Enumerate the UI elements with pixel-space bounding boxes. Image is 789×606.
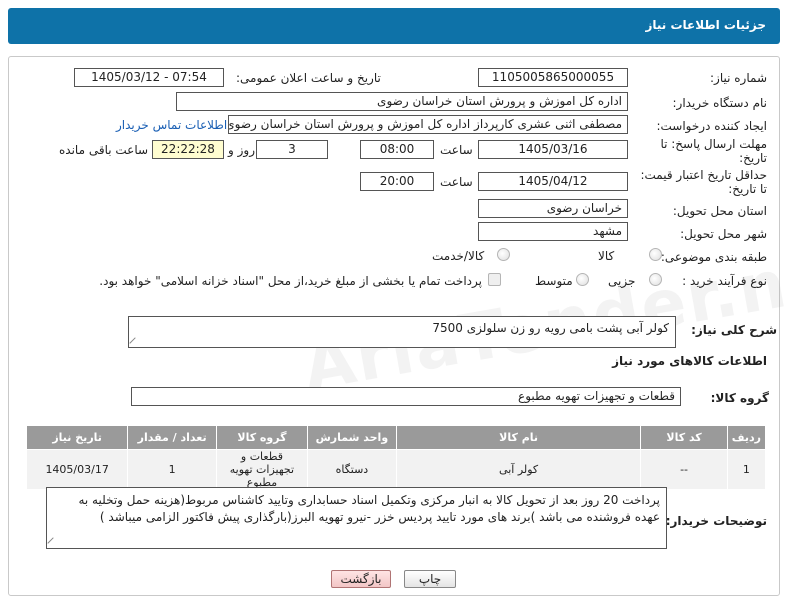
general-description-label: شرح کلی نیاز:	[691, 323, 777, 337]
back-button[interactable]: بازگشت	[331, 570, 391, 588]
goods-group-field: قطعات و تجهیزات تهویه مطبوع	[131, 387, 681, 406]
buyer-org-label: نام دستگاه خریدار:	[672, 96, 768, 110]
category-goods-service-label: کالا/خدمت	[432, 249, 485, 263]
page-title: جزئیات اطلاعات نیاز	[645, 18, 766, 32]
goods-section-title: اطلاعات کالاهای مورد نیاز	[612, 354, 767, 368]
announce-datetime-field: 1405/03/12 - 07:54	[74, 68, 224, 87]
delivery-province-field: خراسان رضوی	[478, 199, 628, 218]
items-table-header-row: ردیف کد کالا نام کالا واحد شمارش گروه کا…	[25, 425, 767, 450]
reply-deadline-date-field: 1405/03/16	[478, 140, 628, 159]
goods-group-label: گروه کالا:	[710, 391, 769, 405]
cell-need-date: 1405/03/17	[25, 449, 129, 490]
category-goods-radio[interactable]	[649, 248, 662, 261]
buyer-notes-textarea[interactable]: پرداخت 20 روز بعد از تحویل کالا به انبار…	[46, 487, 667, 549]
delivery-province-label: استان محل تحویل:	[672, 204, 767, 218]
remaining-time-field: 22:22:28	[152, 140, 224, 159]
col-header-item-code: کد کالا	[640, 425, 728, 450]
price-validity-label-2: تا تاریخ:	[728, 182, 767, 196]
treasury-bonds-text: پرداخت تمام یا بخشی از مبلغ خرید،از محل …	[99, 274, 482, 288]
col-header-row-number: ردیف	[726, 425, 767, 450]
items-table: ردیف کد کالا نام کالا واحد شمارش گروه کا…	[25, 425, 767, 490]
days-label: روز و	[228, 143, 255, 157]
price-validity-time-field: 20:00	[360, 172, 434, 191]
buyer-contact-link[interactable]: اطلاعات تماس خریدار	[116, 118, 227, 132]
purchase-type-minor-radio[interactable]	[649, 273, 662, 286]
purchase-type-minor-label: جزیی	[608, 274, 636, 288]
requester-label: ایجاد کننده درخواست:	[656, 119, 767, 133]
delivery-city-field: مشهد	[478, 222, 628, 241]
purchase-type-label: نوع فرآیند خرید :	[682, 274, 767, 288]
buyer-org-field: اداره کل اموزش و پرورش استان خراسان رضوی	[176, 92, 628, 111]
buyer-notes-label: توضیحات خریدار:	[665, 514, 767, 528]
price-validity-label-1: حداقل تاریخ اعتبار قیمت:	[640, 168, 767, 182]
category-label: طبقه بندی موضوعی:	[660, 250, 767, 264]
general-description-textarea[interactable]: کولر آبی پشت بامی رویه رو زن سلولزی 7500	[128, 316, 676, 348]
need-number-field: 1105005865000055	[478, 68, 628, 87]
need-number-label: شماره نیاز:	[710, 71, 767, 85]
cell-quantity: 1	[127, 449, 218, 490]
announce-datetime-label: تاریخ و ساعت اعلان عمومی:	[236, 71, 381, 85]
treasury-bonds-checkbox[interactable]	[488, 273, 501, 286]
cell-item-name: کولر آبی	[395, 449, 642, 490]
page-header: جزئیات اطلاعات نیاز	[8, 8, 780, 44]
cell-item-code: --	[640, 449, 728, 490]
delivery-city-label: شهر محل تحویل:	[680, 227, 767, 241]
col-header-goods-group: گروه کالا	[216, 425, 308, 450]
price-validity-time-label: ساعت	[440, 175, 473, 189]
reply-time-label: ساعت	[440, 143, 473, 157]
col-header-unit: واحد شمارش	[306, 425, 397, 450]
cell-goods-group: قطعات و تجهیزات تهویه مطبوع	[216, 449, 308, 490]
purchase-type-medium-label: متوسط	[535, 274, 573, 288]
purchase-type-medium-radio[interactable]	[576, 273, 589, 286]
print-button[interactable]: چاپ	[404, 570, 456, 588]
reply-deadline-label-2: تاریخ:	[739, 151, 767, 165]
category-goods-service-radio[interactable]	[497, 248, 510, 261]
col-header-item-name: نام کالا	[395, 425, 642, 450]
reply-deadline-label-1: مهلت ارسال پاسخ: تا	[660, 137, 767, 151]
col-header-need-date: تاریخ نیاز	[25, 425, 129, 450]
reply-time-field: 08:00	[360, 140, 434, 159]
requester-field: مصطفی اثنی عشری کارپرداز اداره کل اموزش …	[228, 115, 628, 134]
cell-unit: دستگاه	[306, 449, 397, 490]
category-goods-label: کالا	[598, 249, 615, 263]
cell-row-number: 1	[726, 449, 767, 490]
table-row: 1 -- کولر آبی دستگاه قطعات و تجهیزات تهو…	[25, 449, 767, 490]
remaining-time-label: ساعت باقی مانده	[59, 143, 149, 157]
col-header-quantity: تعداد / مقدار	[127, 425, 218, 450]
price-validity-date-field: 1405/04/12	[478, 172, 628, 191]
remaining-days-field: 3	[256, 140, 328, 159]
